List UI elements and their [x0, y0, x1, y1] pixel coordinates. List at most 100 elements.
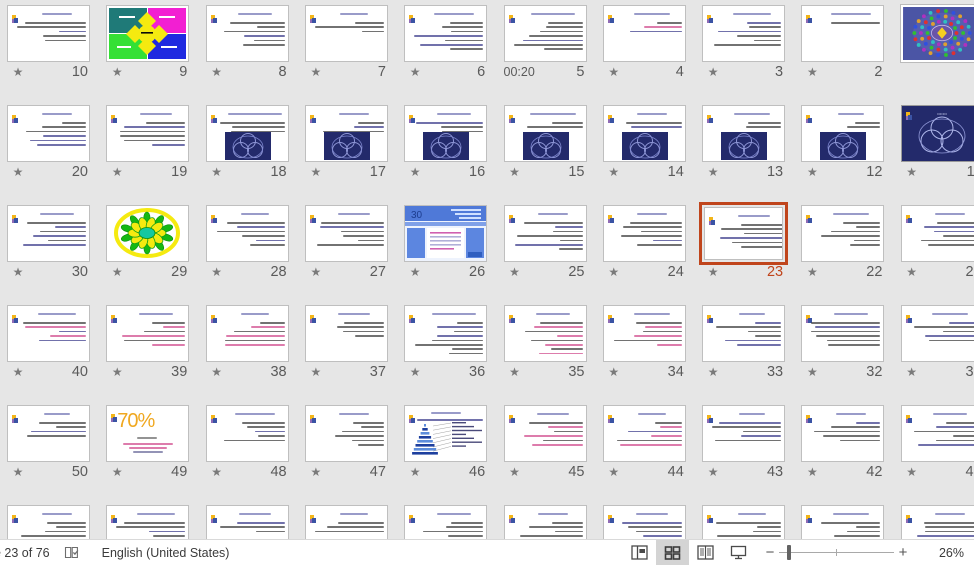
slide-thumbnail[interactable] — [602, 105, 686, 162]
slide-thumbnail[interactable] — [801, 405, 885, 462]
animation-star-icon[interactable]: ★ — [211, 166, 223, 178]
animation-star-icon[interactable]: ★ — [906, 466, 918, 478]
slide-thumbnail[interactable] — [106, 505, 190, 540]
slide-thumbnail-cell[interactable] — [199, 500, 298, 540]
slide-thumbnail-cell[interactable]: ★ 25 — [497, 200, 596, 300]
slide-thumbnail-cell[interactable]: ★ 37 — [298, 300, 397, 400]
animation-star-icon[interactable]: ★ — [707, 466, 719, 478]
animation-star-icon[interactable]: ★ — [906, 366, 918, 378]
slide-sorter-grid[interactable]: ★10★9★8★7★600:205★4★3★21★20★19★18★17★16★… — [0, 0, 974, 540]
zoom-slider-handle[interactable] — [787, 545, 791, 560]
slide-thumbnail[interactable] — [7, 305, 90, 362]
slide-thumbnail[interactable] — [205, 405, 289, 462]
slide-thumbnail[interactable] — [702, 5, 786, 62]
slide-thumbnail-cell[interactable] — [894, 500, 974, 540]
slide-thumbnail[interactable] — [7, 405, 90, 462]
slide-thumbnail[interactable] — [602, 305, 686, 362]
slide-thumbnail[interactable] — [7, 105, 90, 162]
slide-thumbnail-cell[interactable] — [298, 500, 397, 540]
slide-thumbnail-cell[interactable]: ★ 18 — [199, 100, 298, 200]
slide-thumbnail[interactable] — [205, 505, 289, 540]
slide-thumbnail[interactable] — [503, 505, 587, 540]
slide-thumbnail[interactable] — [702, 405, 786, 462]
slide-thumbnail-cell[interactable]: ★ 32 — [794, 300, 893, 400]
slide-thumbnail[interactable] — [900, 405, 974, 462]
animation-star-icon[interactable]: ★ — [409, 266, 421, 278]
slide-thumbnail-cell[interactable] — [497, 500, 596, 540]
slide-thumbnail-cell[interactable]: ★ 42 — [794, 400, 893, 500]
slide-thumbnail-cell[interactable]: ★ 28 — [199, 200, 298, 300]
slide-thumbnail[interactable] — [801, 505, 885, 540]
animation-star-icon[interactable]: ★ — [12, 466, 24, 478]
animation-star-icon[interactable]: ★ — [310, 366, 322, 378]
slide-thumbnail-cell[interactable]: ★ 50 — [0, 400, 99, 500]
slide-thumbnail-cell[interactable]: ★ 10 — [0, 0, 99, 100]
slide-thumbnail-cell[interactable]: ★ 40 — [0, 300, 99, 400]
animation-star-icon[interactable]: ★ — [707, 166, 719, 178]
slide-thumbnail-cell[interactable]: 30 ★ 26 — [397, 200, 496, 300]
slide-thumbnail[interactable] — [702, 105, 786, 162]
slide-thumbnail-cell[interactable]: ★ 47 — [298, 400, 397, 500]
slide-thumbnail-cell[interactable]: ★ 17 — [298, 100, 397, 200]
slide-thumbnail-cell[interactable]: ★ 21 — [894, 200, 974, 300]
animation-star-icon[interactable]: ★ — [608, 166, 620, 178]
animation-star-icon[interactable]: ★ — [707, 66, 719, 78]
animation-star-icon[interactable]: ★ — [310, 66, 322, 78]
zoom-control[interactable]: − + 26% — [761, 540, 974, 565]
animation-star-icon[interactable]: ★ — [608, 366, 620, 378]
animation-star-icon[interactable]: ★ — [111, 266, 123, 278]
zoom-out-button[interactable]: − — [761, 540, 779, 565]
slide-thumbnail-cell[interactable]: ★ 22 — [794, 200, 893, 300]
slide-thumbnail[interactable] — [503, 5, 587, 62]
slide-thumbnail[interactable] — [899, 4, 974, 63]
slide-thumbnail-cell[interactable]: ••••••• ★ 11 — [894, 100, 974, 200]
slide-thumbnail[interactable] — [404, 5, 488, 62]
animation-star-icon[interactable]: ★ — [707, 366, 719, 378]
slide-thumbnail[interactable] — [801, 205, 885, 262]
slide-thumbnail-cell[interactable] — [695, 500, 794, 540]
animation-star-icon[interactable]: ★ — [211, 466, 223, 478]
animation-star-icon[interactable]: ★ — [509, 366, 521, 378]
slide-thumbnail-cell[interactable]: ★ 41 — [894, 400, 974, 500]
animation-star-icon[interactable]: ★ — [806, 466, 818, 478]
slide-thumbnail-cell[interactable]: ★ 44 — [596, 400, 695, 500]
slide-thumbnail[interactable] — [503, 305, 587, 362]
animation-star-icon[interactable]: ★ — [707, 266, 719, 278]
slide-thumbnail-cell[interactable]: ★ 31 — [894, 300, 974, 400]
slide-thumbnail-cell[interactable]: ★ 12 — [794, 100, 893, 200]
animation-star-icon[interactable]: ★ — [211, 366, 223, 378]
slide-thumbnail[interactable] — [106, 105, 190, 162]
slide-thumbnail-cell[interactable]: ★ 39 — [99, 300, 198, 400]
zoom-slider[interactable] — [779, 540, 894, 565]
spelling-check-icon[interactable] — [64, 546, 80, 560]
slide-thumbnail-cell[interactable]: ★ 45 — [497, 400, 596, 500]
slide-thumbnail[interactable] — [106, 305, 190, 362]
slide-thumbnail-cell[interactable]: ★ 43 — [695, 400, 794, 500]
slide-thumbnail[interactable] — [602, 5, 686, 62]
zoom-level-label[interactable]: 26% — [918, 546, 964, 560]
slide-thumbnail[interactable] — [7, 5, 90, 62]
slide-thumbnail-cell[interactable]: ★ 34 — [596, 300, 695, 400]
slide-thumbnail-cell[interactable]: ★ 9 — [99, 0, 198, 100]
slide-show-view-button[interactable] — [722, 540, 755, 565]
slide-thumbnail-cell[interactable]: ★ 15 — [497, 100, 596, 200]
animation-star-icon[interactable]: ★ — [806, 166, 818, 178]
slide-thumbnail-cell[interactable]: ★ 48 — [199, 400, 298, 500]
slide-thumbnail[interactable] — [7, 505, 90, 540]
animation-star-icon[interactable]: ★ — [509, 466, 521, 478]
slide-thumbnail-cell[interactable]: ★ 36 — [397, 300, 496, 400]
slide-thumbnail[interactable] — [602, 505, 686, 540]
slide-thumbnail-cell[interactable]: ★ 27 — [298, 200, 397, 300]
animation-star-icon[interactable]: ★ — [310, 166, 322, 178]
slide-thumbnail-cell[interactable] — [397, 500, 496, 540]
animation-star-icon[interactable]: ★ — [906, 266, 918, 278]
slide-thumbnail[interactable] — [404, 505, 488, 540]
slide-thumbnail-cell[interactable]: ★ 7 — [298, 0, 397, 100]
slide-thumbnail[interactable] — [503, 105, 587, 162]
slide-thumbnail-cell[interactable]: ★ 14 — [596, 100, 695, 200]
slide-thumbnail-cell[interactable] — [596, 500, 695, 540]
slide-thumbnail[interactable] — [304, 305, 388, 362]
animation-star-icon[interactable]: ★ — [409, 366, 421, 378]
animation-star-icon[interactable]: ★ — [12, 266, 24, 278]
slide-thumbnail-cell[interactable]: ★ 19 — [99, 100, 198, 200]
